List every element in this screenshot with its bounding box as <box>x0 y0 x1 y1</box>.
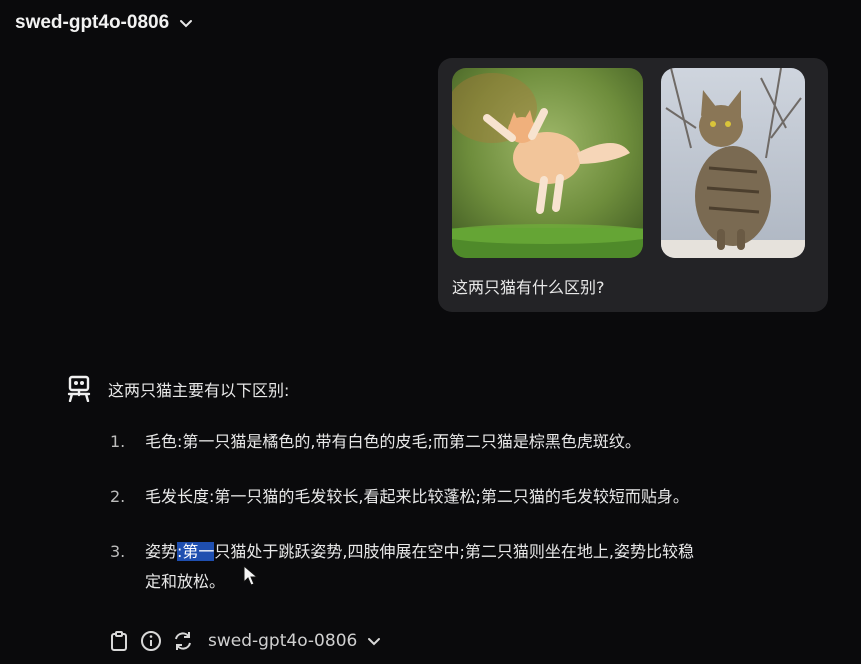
sitting-tabby-cat-image[interactable] <box>661 68 805 258</box>
assistant-intro-text: 这两只猫主要有以下区别: <box>108 381 290 400</box>
info-icon[interactable] <box>140 630 162 652</box>
list-text-part: 只猫处于跳跃姿势,四肢伸展在空中;第二只猫则坐在地上,姿势比较稳 <box>214 542 694 561</box>
clipboard-icon[interactable] <box>108 630 130 652</box>
mouse-pointer-icon <box>243 565 259 586</box>
list-text-part: 姿势 <box>145 542 178 561</box>
list-text-part: 定和放松。 <box>145 572 226 591</box>
model-selector[interactable]: swed-gpt4o-0806 <box>15 12 193 34</box>
list-number: 1. <box>110 432 126 451</box>
chevron-down-icon <box>368 638 381 646</box>
robot-icon <box>67 375 91 402</box>
message-actions: swed-gpt4o-0806 <box>108 630 381 652</box>
chevron-down-icon <box>180 20 193 28</box>
user-message-bubble: 这两只猫有什么区别? <box>438 58 828 312</box>
user-message-text: 这两只猫有什么区别? <box>452 278 605 297</box>
jumping-orange-cat-image[interactable] <box>452 68 643 258</box>
model-name: swed-gpt4o-0806 <box>15 12 170 33</box>
refresh-icon[interactable] <box>172 630 194 652</box>
footer-model-name: swed-gpt4o-0806 <box>208 631 358 651</box>
list-text: 毛色:第一只猫是橘色的,带有白色的皮毛;而第二只猫是棕黑色虎斑纹。 <box>145 432 641 451</box>
list-text: 毛发长度:第一只猫的毛发较长,看起来比较蓬松;第二只猫的毛发较短而贴身。 <box>145 487 689 506</box>
list-number: 2. <box>110 487 126 506</box>
footer-model-selector[interactable]: swed-gpt4o-0806 <box>208 631 381 651</box>
list-number: 3. <box>110 542 126 561</box>
selected-text-highlight: :第一 <box>177 542 215 561</box>
